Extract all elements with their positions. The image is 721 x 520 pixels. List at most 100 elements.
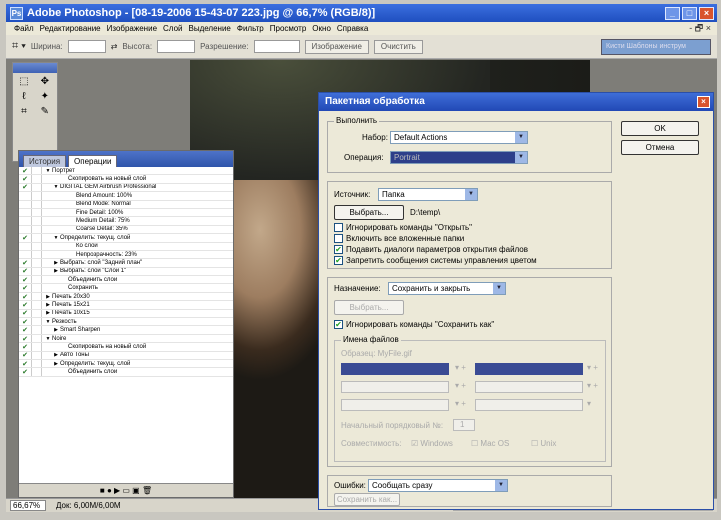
expand-icon[interactable]: ▼ — [52, 184, 60, 190]
dialog-toggle[interactable] — [31, 301, 42, 309]
toggle-item-icon[interactable]: ✔ — [19, 167, 31, 175]
include-subfolders-checkbox[interactable]: Включить все вложенные папки — [334, 234, 464, 243]
close-icon[interactable]: × — [699, 6, 714, 20]
action-row[interactable]: ✔ ▶ Выбрать: слой "Слой 1" — [19, 267, 233, 277]
destination-choose-button[interactable]: Выбрать... — [334, 300, 404, 315]
naming-field-1[interactable] — [341, 363, 449, 375]
action-row[interactable]: ✔ Скопировать на новый слой — [19, 175, 233, 184]
errors-save-as-button[interactable]: Сохранить как... — [334, 493, 400, 506]
dialog-toggle[interactable] — [31, 309, 42, 317]
brushes-palette-well[interactable]: Кисти Шаблоны инструм — [601, 38, 711, 55]
clear-button[interactable]: Очистить — [373, 39, 423, 54]
destination-select[interactable]: Сохранить и закрыть ▼ — [388, 282, 506, 295]
cancel-button[interactable]: Отмена — [621, 140, 699, 155]
action-row[interactable]: Blend Mode: Normal — [19, 200, 233, 209]
action-row[interactable]: Medium Detail: 75% — [19, 217, 233, 226]
action-row[interactable]: ✔ Сохранить — [19, 284, 233, 293]
tab-history[interactable]: История — [23, 155, 67, 167]
action-row[interactable]: ✔ Объединить слои — [19, 276, 233, 285]
toggle-item-icon[interactable]: ✔ — [19, 335, 31, 343]
dialog-toggle[interactable] — [31, 343, 42, 351]
height-field[interactable] — [157, 40, 196, 53]
start-serial-field[interactable]: 1 — [453, 419, 475, 431]
dialog-toggle[interactable] — [31, 183, 42, 192]
dialog-toggle[interactable] — [31, 351, 42, 359]
expand-icon[interactable]: ▶ — [52, 268, 60, 274]
expand-icon[interactable]: ▶ — [52, 361, 60, 367]
dialog-toggle[interactable] — [31, 242, 42, 250]
zoom-field[interactable]: 66,67% — [10, 500, 46, 511]
dialog-toggle[interactable] — [31, 167, 42, 175]
action-row[interactable]: ✔ ▼ Noire — [19, 334, 233, 344]
menu-filter[interactable]: Фильтр — [237, 24, 264, 33]
maximize-icon[interactable]: □ — [682, 6, 697, 20]
compat-unix-checkbox[interactable]: ☐ Unix — [531, 439, 556, 448]
action-row[interactable]: ✔ ▶ Авто Тоны — [19, 351, 233, 360]
toggle-item-icon[interactable]: ✔ — [19, 293, 31, 301]
menu-layer[interactable]: Слой — [163, 24, 182, 33]
expand-icon[interactable]: ▶ — [52, 260, 60, 266]
action-row[interactable]: ✔ Скопировать на новый слой — [19, 343, 233, 352]
ignore-open-checkbox[interactable]: Игнорировать команды "Открыть" — [334, 223, 472, 232]
action-row[interactable]: ✔ ▶ Smart Sharpen — [19, 326, 233, 335]
dialog-toggle[interactable] — [31, 175, 42, 183]
override-save-as-checkbox[interactable]: ✔ Игнорировать команды "Сохранить как" — [334, 320, 494, 329]
dialog-toggle[interactable] — [31, 234, 42, 242]
toggle-item-icon[interactable]: ✔ — [19, 259, 31, 267]
toggle-item-icon[interactable]: ✔ — [19, 284, 31, 292]
action-row[interactable]: ✔ ▶ Печать 20x30 — [19, 292, 233, 302]
action-select[interactable]: Portrait ▼ — [390, 151, 528, 164]
action-row[interactable]: ✔ ▼ Портрет — [19, 167, 233, 176]
expand-icon[interactable]: ▼ — [44, 319, 52, 325]
action-row[interactable]: ✔ ▼ Определить: текущ. слой — [19, 234, 233, 243]
width-field[interactable] — [67, 40, 106, 53]
set-select[interactable]: Default Actions ▼ — [390, 131, 528, 144]
dialog-toggle[interactable] — [31, 318, 42, 326]
expand-icon[interactable]: ▶ — [44, 302, 52, 308]
toggle-item-icon[interactable]: ✔ — [19, 326, 31, 334]
expand-icon[interactable]: ▶ — [52, 352, 60, 358]
naming-field-5[interactable] — [341, 399, 449, 411]
menu-window[interactable]: Окно — [312, 24, 331, 33]
toggle-item-icon[interactable]: ✔ — [19, 301, 31, 309]
expand-icon[interactable]: ▶ — [44, 310, 52, 316]
dialog-toggle[interactable] — [31, 208, 42, 217]
minimize-icon[interactable]: _ — [665, 6, 680, 20]
toggle-item-icon[interactable]: ✔ — [19, 234, 31, 242]
toggle-item-icon[interactable]: ✔ — [19, 343, 31, 351]
toggle-item-icon[interactable]: ✔ — [19, 318, 31, 326]
crop-tool-icon-box[interactable]: ⌗ — [17, 106, 31, 118]
naming-field-3[interactable] — [341, 381, 449, 393]
action-row[interactable]: ✔ ▼ DIGITAL GEM Airbrush Professional — [19, 183, 233, 193]
toggle-item-icon[interactable]: ✔ — [19, 360, 31, 368]
action-row[interactable]: ✔ ▶ Печать 10x15 — [19, 309, 233, 319]
toggle-item-icon[interactable]: ✔ — [19, 276, 31, 284]
tab-actions[interactable]: Операции — [68, 155, 118, 167]
dialog-toggle[interactable] — [31, 192, 42, 200]
dialog-toggle[interactable] — [31, 259, 42, 267]
naming-field-4[interactable] — [475, 381, 583, 393]
menu-help[interactable]: Справка — [337, 24, 368, 33]
expand-icon[interactable]: ▶ — [44, 294, 52, 300]
errors-select[interactable]: Сообщать сразу ▼ — [368, 479, 508, 492]
menu-view[interactable]: Просмотр — [270, 24, 307, 33]
swap-icon[interactable]: ⇄ — [111, 42, 118, 51]
magic-wand-tool-icon[interactable]: ✦ — [38, 91, 52, 103]
dialog-toggle[interactable] — [31, 284, 42, 292]
dialog-toggle[interactable] — [31, 200, 42, 208]
compat-mac-checkbox[interactable]: ☐ Mac OS — [471, 439, 509, 448]
dialog-toggle[interactable] — [31, 225, 42, 234]
ok-button[interactable]: OK — [621, 121, 699, 136]
compat-windows-checkbox[interactable]: ☑ Windows — [411, 439, 453, 448]
toggle-item-icon[interactable]: ✔ — [19, 368, 31, 376]
toolbox-grip[interactable] — [13, 63, 57, 73]
dialog-toggle[interactable] — [31, 326, 42, 334]
expand-icon[interactable]: ▶ — [52, 327, 60, 333]
expand-icon[interactable]: ▼ — [44, 336, 52, 342]
menu-edit[interactable]: Редактирование — [40, 24, 101, 33]
source-select[interactable]: Папка ▼ — [378, 188, 478, 201]
action-row[interactable]: Fine Detail: 100% — [19, 208, 233, 218]
toggle-item-icon[interactable]: ✔ — [19, 352, 31, 359]
toggle-item-icon[interactable]: ✔ — [19, 268, 31, 275]
naming-field-2[interactable] — [475, 363, 583, 375]
